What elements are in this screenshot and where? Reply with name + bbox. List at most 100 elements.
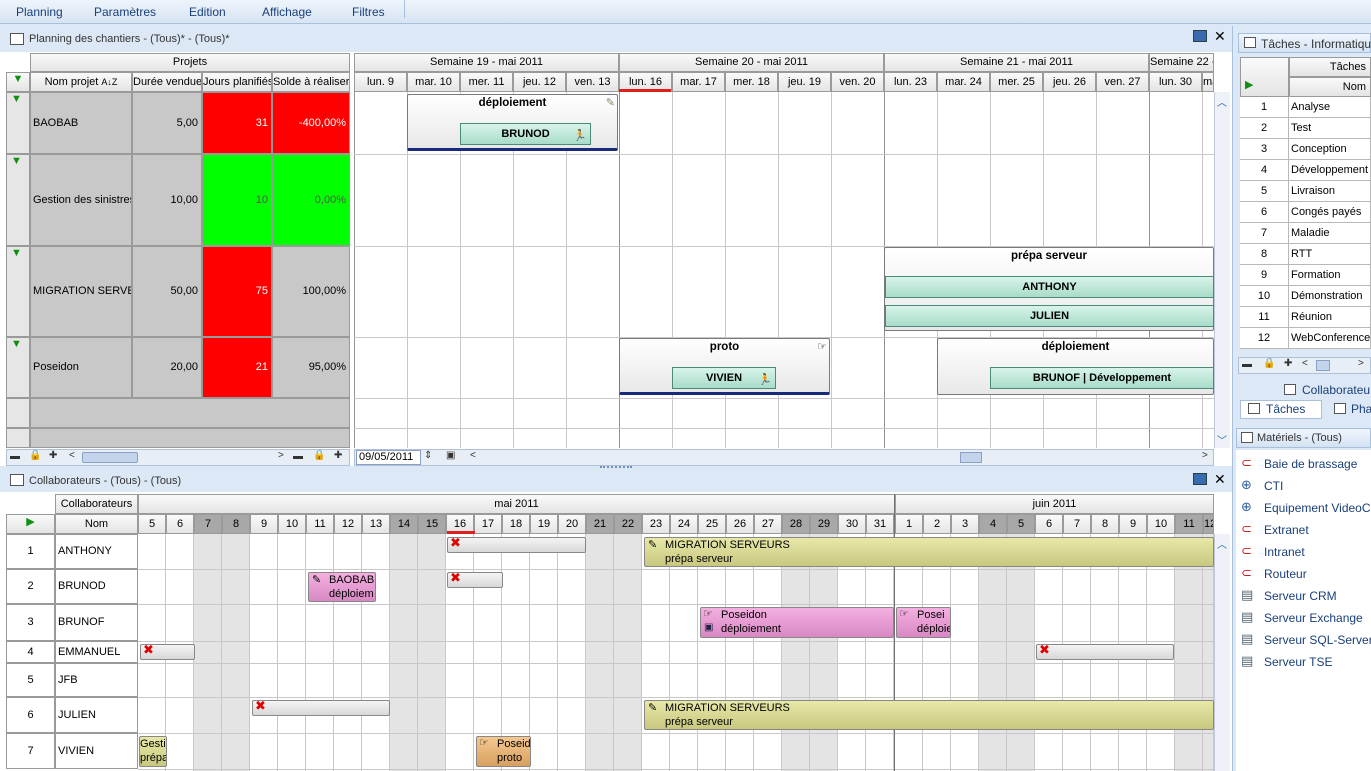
- h-scroll-thumb[interactable]: [82, 452, 138, 463]
- scroll-left-icon[interactable]: <: [470, 450, 476, 461]
- collab-name[interactable]: JFB: [55, 663, 138, 697]
- plus-icon[interactable]: ✚: [1284, 358, 1292, 369]
- collab-name[interactable]: BRUNOF: [55, 604, 138, 641]
- scroll-down-icon[interactable]: ﹀: [1217, 432, 1227, 447]
- plus-icon[interactable]: ✚: [49, 450, 57, 461]
- plus-icon[interactable]: ✚: [334, 450, 342, 461]
- menu-affichage[interactable]: Affichage: [262, 5, 312, 19]
- task-item[interactable]: Livraison: [1289, 181, 1371, 202]
- task-item[interactable]: Réunion: [1289, 307, 1371, 328]
- gantt-resource-vivien[interactable]: VIVIEN 🏃: [672, 367, 776, 389]
- collab-name[interactable]: JULIEN: [55, 697, 138, 733]
- absence-bar[interactable]: [447, 537, 586, 553]
- lock-icon[interactable]: 🔒: [1263, 358, 1275, 369]
- minus-icon[interactable]: ▬: [10, 451, 20, 462]
- gantt-resource-julien[interactable]: JULIEN: [885, 305, 1214, 327]
- task-item[interactable]: Développement: [1289, 160, 1371, 181]
- menu-planning[interactable]: Planning: [16, 5, 63, 19]
- project-name[interactable]: Poseidon: [30, 337, 132, 398]
- absence-bar[interactable]: [1036, 644, 1174, 660]
- row-toggle[interactable]: ▼: [6, 92, 30, 154]
- task-item[interactable]: Test: [1289, 118, 1371, 139]
- col-nom[interactable]: Nom: [1289, 77, 1371, 97]
- assignment-bar[interactable]: Poseidon déploiement: [700, 607, 894, 638]
- project-name[interactable]: Gestion des sinistres: [30, 154, 132, 246]
- lock-icon[interactable]: 🔒: [313, 450, 325, 461]
- material-item[interactable]: Serveur TSE: [1264, 655, 1332, 669]
- row-toggle[interactable]: ▼: [6, 337, 30, 398]
- scroll-left-icon[interactable]: <: [1302, 358, 1308, 369]
- project-name[interactable]: MIGRATION SERVEU: [30, 246, 132, 337]
- panel-splitter[interactable]: [600, 466, 632, 469]
- assignment-bar[interactable]: MIGRATION SERVEURS prépa serveur: [644, 700, 1214, 730]
- date-spinner-icon[interactable]: ⇕: [424, 450, 432, 461]
- window-icon[interactable]: [1193, 473, 1207, 485]
- lock-icon[interactable]: 🔒: [29, 450, 41, 461]
- assignment-bar[interactable]: Gesti prépa: [139, 736, 167, 767]
- task-item[interactable]: Congés payés: [1289, 202, 1371, 223]
- collab-name[interactable]: VIVIEN: [55, 733, 138, 769]
- collab-name[interactable]: ANTHONY: [55, 534, 138, 569]
- absence-bar[interactable]: [252, 700, 390, 716]
- h-scroll-thumb[interactable]: [1316, 360, 1330, 371]
- task-item[interactable]: RTT: [1289, 244, 1371, 265]
- scroll-right-icon[interactable]: >: [1358, 358, 1364, 369]
- scroll-right-icon[interactable]: >: [278, 450, 284, 461]
- calendar-day: 21: [586, 514, 614, 534]
- task-item[interactable]: WebConference: [1289, 328, 1371, 349]
- menu-parametres[interactable]: Paramètres: [94, 5, 156, 19]
- col-nom[interactable]: Nom: [55, 514, 138, 534]
- minus-icon[interactable]: ▬: [293, 451, 303, 462]
- material-item[interactable]: Equipement VideoCo: [1264, 501, 1371, 515]
- tab-phases[interactable]: Pha: [1351, 402, 1371, 416]
- task-item[interactable]: Conception: [1289, 139, 1371, 160]
- calendar-icon[interactable]: ▣: [446, 450, 455, 461]
- material-item[interactable]: Routeur: [1264, 567, 1307, 581]
- minus-icon[interactable]: ▬: [1242, 359, 1252, 370]
- gantt-resource-anthony[interactable]: ANTHONY: [885, 276, 1214, 298]
- collab-name[interactable]: EMMANUEL: [55, 641, 138, 663]
- task-item[interactable]: Maladie: [1289, 223, 1371, 244]
- material-item[interactable]: Baie de brassage: [1264, 457, 1357, 471]
- task-item[interactable]: Démonstration: [1289, 286, 1371, 307]
- gantt-v-scrollbar[interactable]: [1214, 92, 1230, 448]
- scroll-up-icon[interactable]: ︿: [1217, 536, 1227, 551]
- material-item[interactable]: Serveur SQL-Server: [1264, 633, 1371, 647]
- top-panel-title: Planning des chantiers - (Tous)* - (Tous…: [29, 33, 230, 45]
- project-name[interactable]: BAOBAB: [30, 92, 132, 154]
- row-toggle[interactable]: ▼: [6, 246, 30, 337]
- material-item[interactable]: Serveur CRM: [1264, 589, 1337, 603]
- scroll-left-icon[interactable]: <: [69, 450, 75, 461]
- menu-filtres[interactable]: Filtres: [352, 5, 385, 19]
- close-icon[interactable]: ✕: [1214, 29, 1226, 45]
- scroll-up-icon[interactable]: ︿: [1217, 94, 1227, 109]
- play-corner[interactable]: ▶: [6, 514, 55, 534]
- material-item[interactable]: Serveur Exchange: [1264, 611, 1363, 625]
- col-jours-planifies[interactable]: Jours planifiés: [202, 72, 272, 92]
- material-item[interactable]: CTI: [1264, 479, 1283, 493]
- material-item[interactable]: Extranet: [1264, 523, 1309, 537]
- calendar-v-scrollbar[interactable]: [1214, 534, 1230, 771]
- filter-corner[interactable]: ▼: [6, 72, 30, 92]
- row-toggle[interactable]: ▼: [6, 154, 30, 246]
- scroll-right-icon[interactable]: >: [1202, 450, 1208, 461]
- assignment-bar[interactable]: MIGRATION SERVEURS prépa serveur: [644, 537, 1214, 567]
- material-item[interactable]: Intranet: [1264, 545, 1305, 559]
- date-field[interactable]: 09/05/2011: [356, 450, 421, 465]
- h-scroll-thumb[interactable]: [960, 452, 982, 463]
- tab-collaborateurs[interactable]: Collaborateu: [1302, 383, 1370, 397]
- collab-name[interactable]: BRUNOD: [55, 569, 138, 604]
- col-duree-vendue[interactable]: Durée vendue: [132, 72, 202, 92]
- col-nom-projet[interactable]: Nom projet A↓Z: [30, 72, 132, 92]
- play-corner[interactable]: ▶: [1240, 57, 1289, 97]
- calendar-day: 11: [306, 514, 334, 534]
- col-solde[interactable]: Solde à réaliser: [272, 72, 350, 92]
- task-item[interactable]: Analyse: [1289, 97, 1371, 118]
- gantt-resource-brunof[interactable]: BRUNOF | Développement: [990, 367, 1214, 389]
- collab-tab-icon: [1284, 384, 1296, 395]
- task-item[interactable]: Formation: [1289, 265, 1371, 286]
- gantt-resource-brunod[interactable]: BRUNOD 🏃: [460, 123, 591, 145]
- window-icon[interactable]: [1193, 30, 1207, 42]
- close-icon[interactable]: ✕: [1214, 472, 1226, 488]
- menu-edition[interactable]: Edition: [189, 5, 226, 19]
